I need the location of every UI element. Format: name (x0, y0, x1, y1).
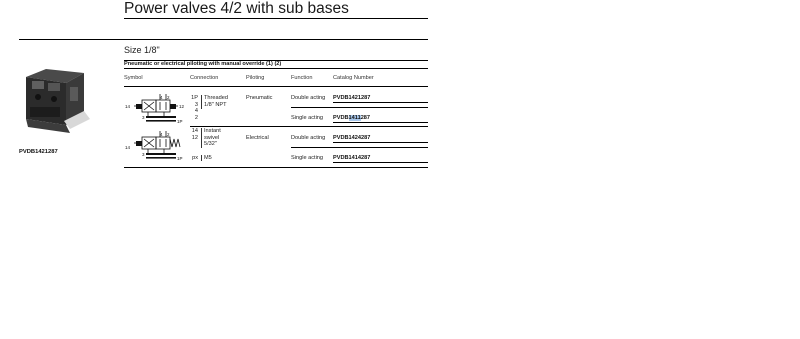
catalog-number-4[interactable]: PVDB1414287 (333, 155, 370, 162)
function-double-acting-1: Double acting (291, 95, 326, 101)
size-label: Size 1/8" (124, 45, 160, 55)
table-caption: Pneumatic or electrical piloting with ma… (124, 61, 282, 67)
symbol1-port14: 14 (125, 104, 131, 109)
catalog-rule-4 (333, 162, 428, 163)
catalog-number-2[interactable]: PVDB1411287 (333, 115, 370, 122)
piloting-electrical: Electrical (246, 135, 269, 141)
function-double-acting-2: Double acting (291, 135, 326, 141)
symbol2-port2: 2 (167, 132, 170, 137)
caption-rule-bottom (124, 68, 428, 69)
valve-symbol-electrical: 4 2 14 3 1P (125, 131, 183, 161)
function-single-acting-1: Single acting (291, 115, 324, 121)
group-rule-1 (190, 126, 428, 127)
header-catalog-number: Catalog Number (333, 75, 374, 81)
symbol2-port3: 3 (142, 152, 145, 157)
symbol1-port3: 3 (142, 115, 145, 120)
header-symbol: Symbol (124, 75, 143, 81)
valve-product-image (26, 69, 90, 133)
footer-connection: M5 (204, 155, 212, 161)
symbol1-port12: 12 (179, 104, 185, 109)
page-title: Power valves 4/2 with sub bases (124, 0, 349, 17)
footer-divider (201, 155, 202, 161)
catalog-rule-2 (333, 122, 428, 123)
symbol1-port4: 4 (160, 95, 163, 100)
row-rule-1 (291, 107, 428, 108)
catalog-rule-1 (333, 102, 428, 103)
product-label: PVDB1421287 (19, 149, 58, 155)
header-piloting: Piloting (246, 75, 265, 81)
connection-ports-1: 1P 3 4 2 (191, 95, 198, 121)
catalog-number-3[interactable]: PVDB1424287 (333, 135, 370, 142)
section-rule (19, 39, 428, 40)
table-bottom-rule (124, 167, 428, 168)
connection-desc-1: Threaded 1/8" NPT (204, 95, 228, 108)
footer-port: px (192, 155, 198, 161)
symbol2-port1p: 1P (177, 156, 183, 161)
header-connection: Connection (190, 75, 219, 81)
header-rule (124, 86, 428, 87)
connection-desc-2: Instant swivel 5/32" (204, 128, 221, 147)
catalog-number-1[interactable]: PVDB1421287 (333, 95, 370, 102)
piloting-pneumatic: Pneumatic (246, 95, 273, 101)
connection-ports-2: 14 12 (191, 128, 198, 141)
symbol2-port4: 4 (160, 132, 163, 137)
catalog-highlight: 1411 (348, 115, 361, 121)
symbol1-port2: 2 (167, 95, 170, 100)
row-rule-2 (291, 147, 428, 148)
symbol2-port14: 14 (125, 145, 131, 150)
catalog-rule-3 (333, 142, 428, 143)
valve-symbol-pneumatic: 4 2 14 12 3 1P (125, 94, 185, 124)
connection-divider-1 (201, 95, 202, 109)
symbol1-port1p: 1P (177, 119, 183, 124)
function-single-acting-2: Single acting (291, 155, 324, 161)
connection-divider-2 (201, 128, 202, 148)
title-rule (124, 18, 428, 19)
header-function: Function (291, 75, 313, 81)
